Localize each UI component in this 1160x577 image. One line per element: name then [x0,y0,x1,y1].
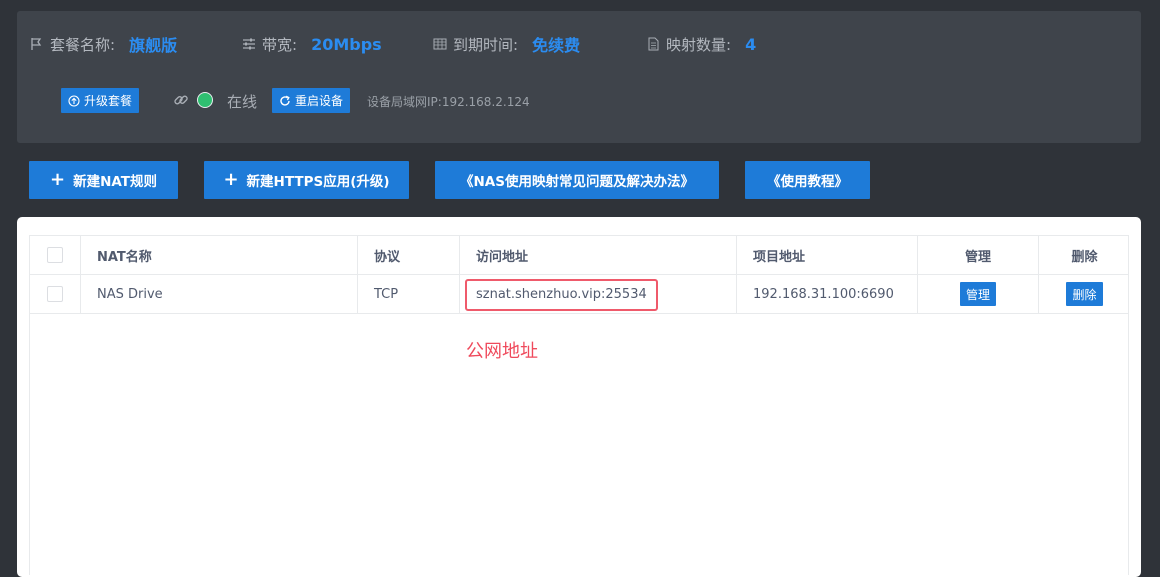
new-nat-rule-label: 新建NAT规则 [73,174,157,190]
sliders-icon [242,37,256,51]
plan-info-panel [17,11,1141,143]
new-https-app-label: 新建HTTPS应用(升级) [246,174,390,190]
row-protocol: TCP [358,275,460,313]
header-access-address: 访问地址 [460,236,737,274]
document-icon [646,37,660,51]
flag-icon [30,37,44,51]
public-address-annotation: 公网地址 [466,341,538,362]
bandwidth-info: 带宽: 20Mbps [242,33,382,55]
mapping-info: 映射数量: 4 [646,33,756,55]
upgrade-plan-label: 升级套餐 [84,94,133,108]
header-manage: 管理 [918,236,1039,274]
online-status-text: 在线 [227,93,258,111]
arrow-up-circle-icon [68,94,80,107]
select-all-checkbox[interactable] [47,247,63,263]
bandwidth-value: 20Mbps [311,34,382,54]
package-info: 套餐名称: 旗舰版 [30,33,177,55]
lan-ip-text: 设备局域网IP:192.168.2.124 [367,95,530,109]
mapping-value: 4 [745,34,757,54]
row-manage-cell: 管理 [918,275,1039,313]
bandwidth-label: 带宽: [262,35,298,54]
mapping-label: 映射数量: [666,35,732,54]
nat-table-card: NAT名称 协议 访问地址 项目地址 管理 删除 NAS Drive TCP s… [17,217,1141,577]
header-protocol: 协议 [358,236,460,274]
calendar-grid-icon [433,37,447,51]
online-status-dot [197,92,213,108]
new-nat-rule-button[interactable]: + 新建NAT规则 [29,161,178,199]
tutorial-link-button[interactable]: 《使用教程》 [745,161,870,199]
restart-device-button[interactable]: 重启设备 [272,88,351,113]
access-address-highlight [465,279,658,311]
restart-device-label: 重启设备 [295,94,344,108]
delete-button[interactable]: 删除 [1066,282,1103,306]
expiry-value: 免续费 [532,36,581,55]
refresh-icon [279,95,291,107]
row-select-cell [30,275,81,313]
package-label: 套餐名称: [50,35,116,54]
row-nat-name: NAS Drive [81,275,358,313]
header-project-address: 项目地址 [737,236,918,274]
faq-link-button[interactable]: 《NAS使用映射常见问题及解决办法》 [435,161,719,199]
new-https-app-button[interactable]: + 新建HTTPS应用(升级) [204,161,409,199]
manage-button[interactable]: 管理 [959,282,996,306]
package-value: 旗舰版 [129,36,178,55]
row-checkbox[interactable] [47,286,63,302]
header-select-cell [30,236,81,274]
row-delete-cell: 删除 [1039,275,1130,313]
plus-icon: + [49,169,66,190]
table-header-row: NAT名称 协议 访问地址 项目地址 管理 删除 [30,236,1128,275]
tutorial-link-label: 《使用教程》 [767,174,848,190]
header-nat-name: NAT名称 [81,236,358,274]
link-icon [173,92,189,108]
plus-icon: + [223,169,239,190]
row-project-address: 192.168.31.100:6690 [737,275,918,313]
expiry-label: 到期时间: [453,35,519,54]
upgrade-plan-button[interactable]: 升级套餐 [61,88,140,113]
header-delete: 删除 [1071,249,1098,265]
expiry-info: 到期时间: 免续费 [433,33,580,55]
faq-link-label: 《NAS使用映射常见问题及解决办法》 [460,174,694,190]
